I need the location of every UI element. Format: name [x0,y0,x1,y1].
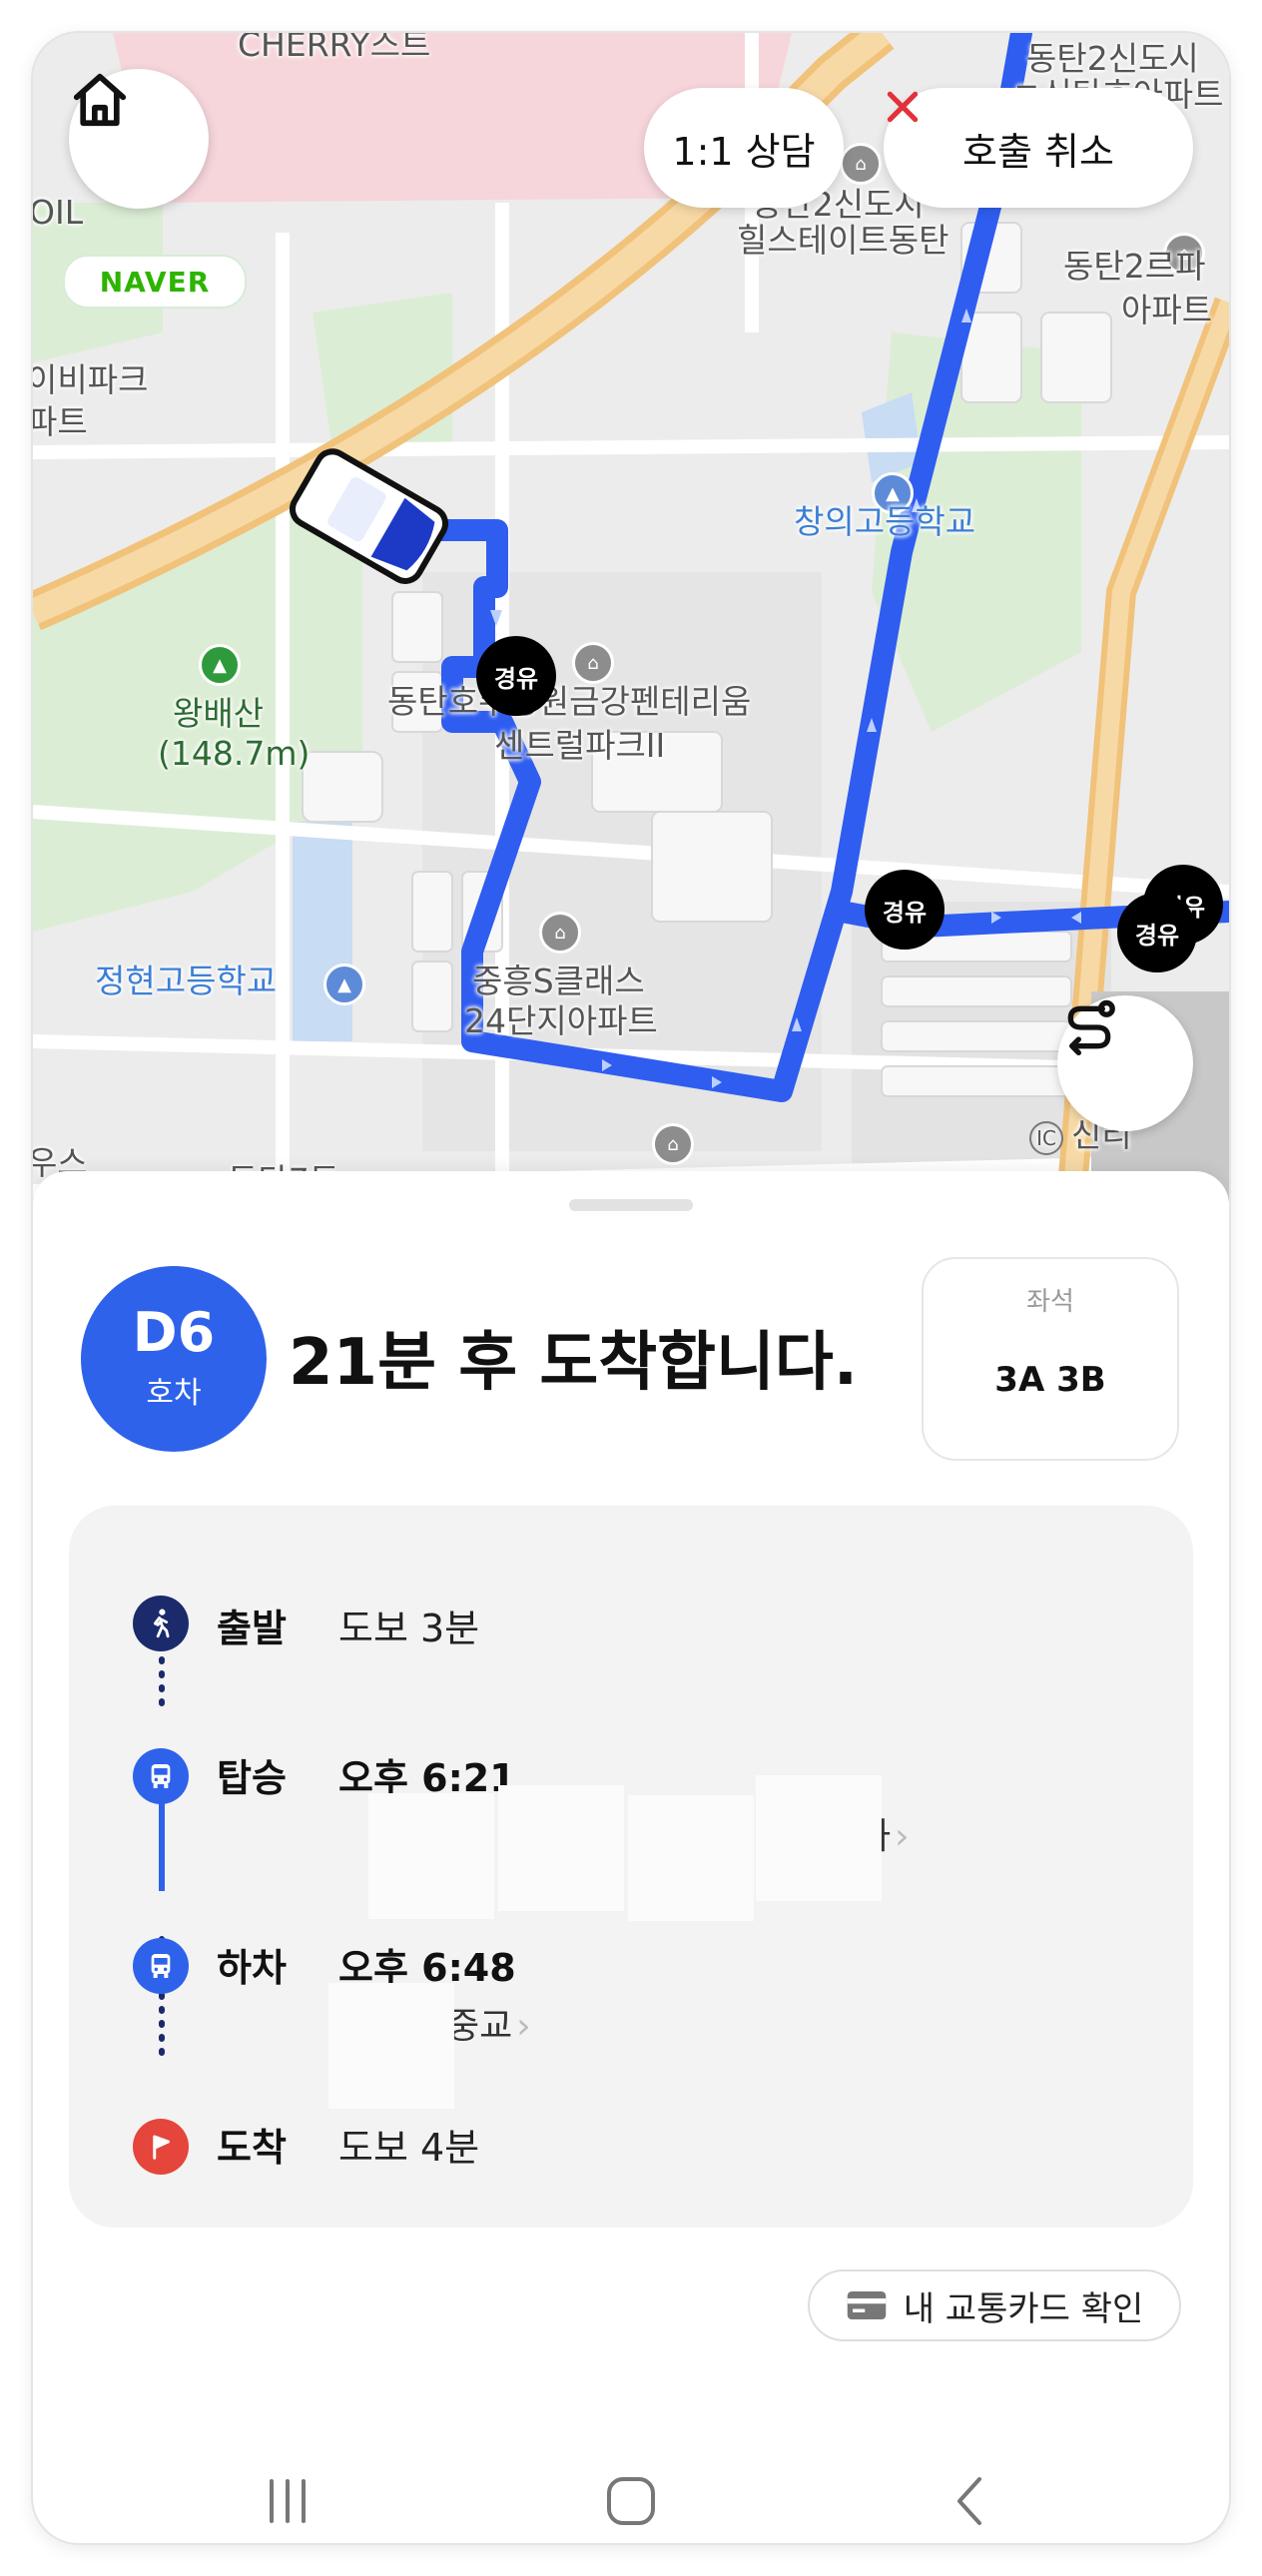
cancel-call-button[interactable]: 호출 취소 [884,88,1193,208]
route-map[interactable]: ▲ ▲ ⌂ ⌂ ⌂ ⌂ ⌂ ▲ CHERRY스트 OIL 동탄2신도시 ㅁ신탄호… [33,33,1229,1201]
apartment-poi-icon-5: ⌂ [840,143,882,185]
consult-button[interactable]: 1:1 상담 [644,88,844,208]
chevron-right-icon: › [516,2006,531,2047]
apartment-poi-icon-3: ⌂ [652,1123,694,1165]
recent-apps-icon[interactable] [258,2471,317,2531]
map-label: CHERRY스트 [238,33,431,64]
seat-info-box: 좌석 3A 3B [922,1257,1179,1461]
chevron-right-icon: › [895,1816,910,1857]
mountain-poi-icon: ▲ [199,644,241,686]
waypoint-marker[interactable]: 경유 [1117,893,1197,972]
ic-marker: IC [1029,1121,1063,1155]
map-label: 동탄2르파 [1063,247,1206,286]
seat-value: 3A 3B [994,1360,1106,1400]
cancel-call-label: 호출 취소 [962,129,1114,174]
redacted-area [368,1793,494,1919]
map-label-school: 정현고등학교 [95,962,278,1000]
phone-screen: ▲ ▲ ⌂ ⌂ ⌂ ⌂ ⌂ ▲ CHERRY스트 OIL 동탄2신도시 ㅁ신탄호… [33,33,1229,2543]
home-nav-icon[interactable] [601,2471,661,2531]
redacted-area [328,1983,454,2109]
timeline-connector [159,1642,165,2058]
route-toggle-button[interactable] [1057,995,1193,1131]
map-label: OIL [33,193,84,232]
waypoint-marker[interactable]: 경유 [476,636,556,716]
map-label: 힐스테이트동탄 [737,221,949,260]
alighting-stop-link[interactable]: 중교 › [446,1997,531,2049]
system-nav-bar [33,2459,1229,2543]
itinerary-card: 출발 도보 3분 탑승 오후 6:21 차› 하차 오후 6:48 중교› [69,1506,1193,2228]
trip-sheet: D6 호차 21분 후 도착합니다. 좌석 3A 3B 출발 도보 3분 탑승 … [33,1171,1229,2543]
credit-card-icon [847,2291,886,2319]
step-value: 도보 3분 [338,1607,480,1650]
alighting-stop-name: 중교 [446,2006,513,2047]
redacted-area [756,1775,882,1901]
flag-icon [133,2119,189,2175]
redacted-area [498,1785,624,1911]
map-label: 센트럴파크II [494,726,666,765]
map-label: 동탄2신도시 [1026,39,1199,78]
map-label: 중흥S클래스 [472,962,645,1000]
map-label-mountain: 왕배산 [173,694,265,733]
map-label: 이비파크 [33,360,149,399]
step-label: 탑승 [217,1756,287,1800]
bus-number-badge: D6 호차 [81,1266,267,1452]
step-label: 도착 [217,2126,287,2170]
waypoint-marker[interactable]: 경유 [865,870,945,950]
map-label-mountain-height: (148.7m) [158,734,311,773]
step-label: 출발 [217,1607,287,1650]
school-poi-icon-2: ▲ [323,964,365,1005]
bus-number-suffix: 호차 [146,1376,202,1411]
step-value: 도보 4분 [338,2126,480,2170]
map-label: 아파트 [1121,291,1213,329]
step-label: 하차 [217,1946,287,1990]
map-label: 24단지아파트 [464,1001,658,1040]
bus-icon [133,1748,189,1804]
back-icon[interactable] [942,2471,1001,2531]
walk-icon [133,1596,189,1651]
map-label: 파트 [33,402,88,441]
apartment-poi-icon-2: ⌂ [539,912,581,954]
sheet-handle[interactable] [569,1199,693,1211]
eta-text: 21분 후 도착합니다. [289,1326,859,1400]
seat-label: 좌석 [1026,1287,1074,1317]
route-icon [1067,999,1115,1055]
map-label: 동탄호수공원금강펜테리움 [387,682,752,721]
naver-logo: NAVER [63,255,247,309]
home-button[interactable] [69,69,209,209]
transit-card-label: 내 교통카드 확인 [903,2288,1144,2329]
bus-number: D6 [132,1301,216,1364]
map-label-school: 창의고등학교 [794,502,976,541]
close-icon [887,91,919,123]
bus-icon [133,1938,189,1994]
consult-label: 1:1 상담 [672,129,816,174]
apartment-poi-icon: ⌂ [572,642,614,684]
home-icon [73,73,127,127]
redacted-area [628,1795,754,1921]
transit-card-button[interactable]: 내 교통카드 확인 [808,2269,1181,2341]
